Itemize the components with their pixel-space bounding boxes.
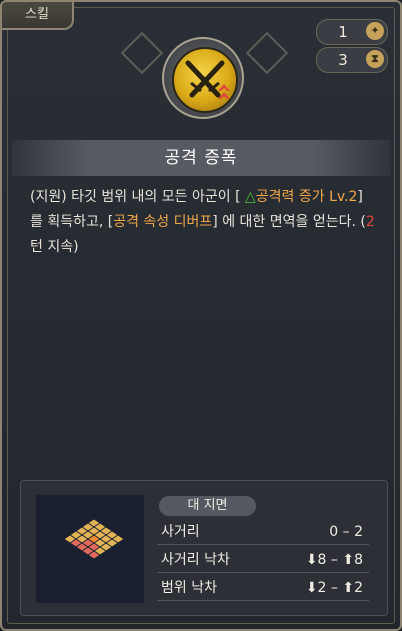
hourglass-icon: ⧗ [366, 50, 384, 68]
skill-title: 공격 증폭 [12, 140, 390, 176]
debuff-name: 공격 속성 디버프 [113, 214, 213, 230]
desc-text: ] 에 대한 면역을 얻는다. ( [212, 214, 366, 230]
skill-description: (지원) 타깃 범위 내의 모든 아군이 [ △공격력 증가 Lv.2] 를 획… [30, 185, 380, 260]
tab-label: 스킬 [25, 7, 49, 22]
skill-name: 공격 증폭 [164, 148, 238, 168]
cost-stat: 1 ✦ [316, 19, 388, 45]
buff-name: 공격력 증가 Lv.2 [255, 189, 358, 205]
frame-ornament [120, 31, 164, 75]
range-key: 사거리 [161, 524, 200, 540]
buff-up-icon: △ [244, 189, 256, 205]
area-height-row: 범위 낙차 ⬇2 – ⬆2 [157, 577, 369, 601]
tab-skill[interactable]: 스킬 [2, 2, 74, 30]
range-target-label: 대 지면 [159, 496, 256, 516]
area-height-key: 범위 낙차 [161, 580, 217, 596]
cooldown-value: 3 [338, 51, 348, 69]
cooldown-stat: 3 ⧗ [316, 47, 388, 73]
cost-value: 1 [338, 23, 348, 41]
desc-text: (지원) 타깃 범위 내의 모든 아군이 [ [30, 189, 245, 205]
range-grid-icon [63, 518, 125, 560]
skill-emblem [162, 37, 244, 119]
frame-ornament [245, 31, 289, 75]
star-coin-icon: ✦ [366, 22, 384, 40]
desc-text: 턴 지속) [30, 239, 79, 255]
area-height-value: ⬇2 – ⬆2 [305, 580, 363, 596]
range-info-box: 대 지면 사거리 0 – 2 사거리 낙차 ⬇8 – ⬆8 범위 낙차 ⬇2 –… [20, 480, 388, 616]
skill-detail-panel: 스킬 1 ✦ 3 ⧗ 공격 증폭 (지원) 타깃 범위 내의 모든 아군이 [… [0, 0, 402, 631]
range-height-row: 사거리 낙차 ⬇8 – ⬆8 [157, 549, 369, 573]
crossed-swords-icon [172, 47, 238, 113]
range-height-value: ⬇8 – ⬆8 [305, 552, 363, 568]
range-grid-preview [36, 495, 144, 603]
turn-count: 2 [365, 214, 375, 230]
range-value: 0 – 2 [329, 524, 363, 540]
range-height-key: 사거리 낙차 [161, 552, 230, 568]
range-row: 사거리 0 – 2 [157, 521, 369, 545]
